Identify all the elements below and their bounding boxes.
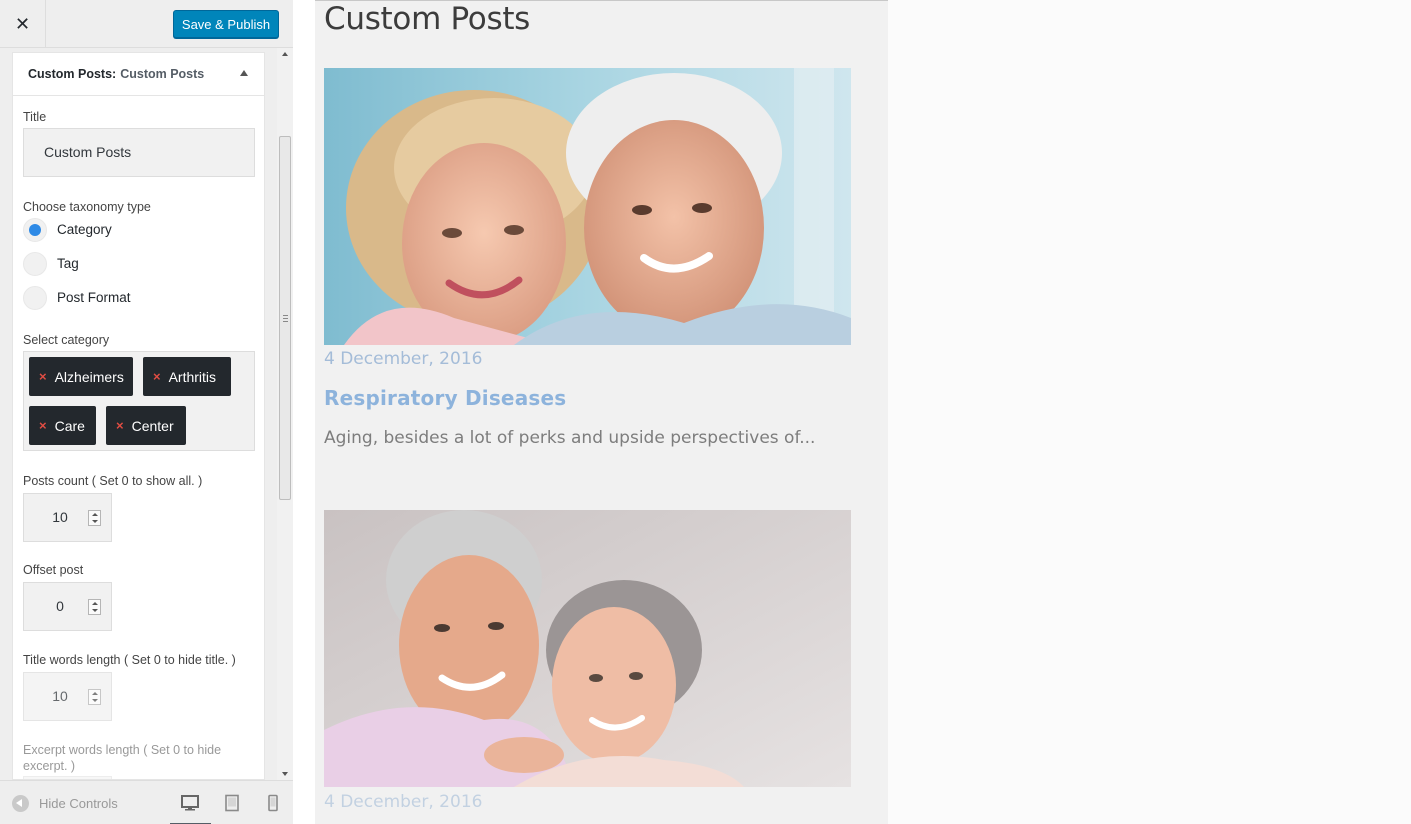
sidebar-scrollbar[interactable]	[277, 48, 293, 780]
title-words-label: Title words length ( Set 0 to hide title…	[23, 653, 236, 667]
offset-value: 0	[56, 598, 64, 614]
remove-icon[interactable]: ×	[153, 369, 161, 384]
chip-label: Alzheimers	[54, 368, 124, 385]
customizer-sidebar: ✕ Save & Publish Custom Posts: Custom Po…	[0, 0, 293, 824]
stepper-icon[interactable]	[88, 689, 101, 705]
radio-category[interactable]	[23, 218, 47, 242]
category-chip[interactable]: × Center	[106, 406, 186, 445]
desktop-icon[interactable]	[170, 794, 211, 824]
category-chip[interactable]: × Arthritis	[143, 357, 231, 396]
category-chip[interactable]: × Care	[29, 406, 96, 445]
posts-count-value: 10	[52, 509, 68, 525]
category-label: Select category	[23, 333, 110, 347]
scroll-up-icon[interactable]	[282, 52, 288, 56]
widget-panel: Custom Posts: Custom Posts Title Custom …	[12, 52, 265, 780]
title-input[interactable]: Custom Posts	[23, 128, 255, 177]
post-date: 4 December, 2016	[324, 349, 483, 369]
remove-icon[interactable]: ×	[39, 418, 47, 433]
post-thumbnail[interactable]	[324, 510, 851, 787]
stepper-icon[interactable]	[88, 599, 101, 615]
close-icon: ✕	[14, 13, 31, 34]
widget-title: Custom Posts	[324, 1, 531, 37]
taxonomy-label: Choose taxonomy type	[23, 200, 151, 214]
grip-icon	[283, 315, 288, 322]
stepper-icon[interactable]	[88, 510, 101, 526]
excerpt-words-label: Excerpt words length ( Set 0 to hide exc…	[23, 743, 222, 773]
post-thumbnail[interactable]	[324, 68, 851, 345]
remove-icon[interactable]: ×	[39, 369, 47, 384]
tablet-icon[interactable]	[223, 794, 241, 812]
chip-label: Care	[54, 417, 85, 434]
radio-label-tag[interactable]: Tag	[57, 256, 79, 271]
hide-controls-button[interactable]: Hide Controls	[12, 795, 118, 812]
collapse-arrow-icon[interactable]	[240, 70, 248, 76]
collapse-sidebar-icon	[12, 795, 29, 812]
customizer-header: ✕ Save & Publish	[0, 0, 293, 48]
radio-post-format[interactable]	[23, 286, 47, 310]
offset-input[interactable]: 0	[23, 582, 112, 631]
category-chip[interactable]: × Alzheimers	[29, 357, 133, 396]
chip-label: Arthritis	[168, 368, 217, 385]
widget-header[interactable]: Custom Posts: Custom Posts	[13, 53, 264, 96]
posts-count-input[interactable]: 10	[23, 493, 112, 542]
widget-type-label: Custom Posts:	[28, 67, 117, 81]
hide-controls-label: Hide Controls	[39, 796, 118, 811]
radio-label-post-format[interactable]: Post Format	[57, 290, 131, 305]
customizer-footer: Hide Controls	[0, 780, 293, 824]
chip-label: Center	[131, 417, 174, 434]
preview-background	[888, 0, 1411, 824]
remove-icon[interactable]: ×	[116, 418, 124, 433]
offset-label: Offset post	[23, 563, 84, 577]
site-preview: Custom Posts 4 December, 2016 Respirator…	[315, 0, 888, 824]
category-select[interactable]: × Alzheimers × Arthritis × Care × Center	[23, 351, 255, 451]
scroll-down-icon[interactable]	[282, 772, 288, 776]
widget-instance-title: Custom Posts	[120, 67, 205, 81]
post-excerpt: Aging, besides a lot of perks and upside…	[324, 428, 816, 448]
close-button[interactable]: ✕	[0, 0, 46, 48]
scroll-thumb[interactable]	[279, 136, 291, 500]
title-words-input[interactable]: 10	[23, 672, 112, 721]
posts-count-label: Posts count ( Set 0 to show all. )	[23, 474, 203, 488]
post-date: 4 December, 2016	[324, 792, 483, 812]
save-publish-button[interactable]: Save & Publish	[173, 10, 279, 38]
mobile-icon[interactable]	[264, 794, 282, 812]
post-title-link[interactable]: Respiratory Diseases	[324, 386, 566, 410]
radio-tag[interactable]	[23, 252, 47, 276]
title-words-value: 10	[52, 688, 68, 704]
radio-label-category[interactable]: Category	[57, 222, 112, 237]
title-field-label: Title	[23, 110, 47, 124]
